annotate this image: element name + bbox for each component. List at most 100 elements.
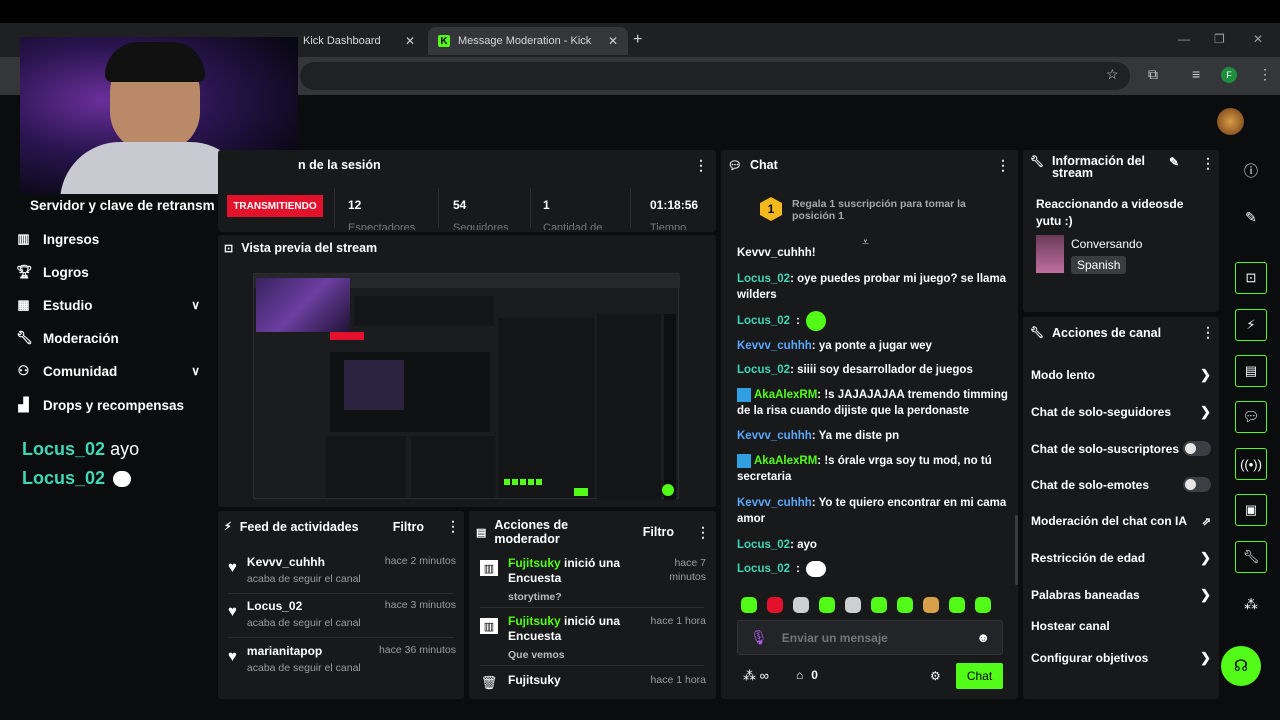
streamer-hair	[105, 42, 205, 82]
action-host-channel[interactable]: Hostear canal	[1031, 619, 1211, 633]
user-avatar[interactable]	[1217, 108, 1244, 135]
rail-camera-icon[interactable]: ⊡	[1235, 262, 1267, 294]
action-banned-words[interactable]: Palabras baneadas ❯	[1031, 587, 1211, 603]
mod-menu-icon[interactable]: ⋮	[696, 524, 710, 541]
heart-icon: ♥	[228, 648, 237, 665]
stat-divider	[438, 188, 439, 228]
chat-message: Locus_02: ayo	[737, 539, 817, 551]
bolt-icon: ⚡︎	[224, 521, 232, 533]
action-age-restriction[interactable]: Restricción de edad ❯	[1031, 550, 1211, 566]
rail-wrench-icon[interactable]: 🔧︎	[1235, 541, 1267, 573]
address-bar[interactable]	[300, 62, 1130, 90]
new-tab-button[interactable]: +	[633, 31, 642, 49]
collapse-pinned-icon[interactable]: ⩡	[862, 235, 869, 250]
tab-message-moderation[interactable]: K Message Moderation - Kick Da ✕	[428, 27, 628, 55]
emote-icon[interactable]	[923, 596, 939, 613]
microphone-icon[interactable]: 🎙︎	[750, 629, 768, 646]
channel-actions-menu-icon[interactable]: ⋮	[1201, 324, 1215, 341]
overlay-chat-line: Locus_02	[22, 468, 132, 489]
chat-bubble-icon: 💬︎	[728, 159, 742, 172]
sidebar-item-stream-key[interactable]: Servidor y clave de retransm	[30, 198, 216, 213]
action-configure-goals[interactable]: Configurar objetivos ❯	[1031, 650, 1211, 666]
emote-icon[interactable]	[793, 596, 809, 613]
tab-close-icon[interactable]: ✕	[608, 34, 618, 48]
channel-points[interactable]: ⌂ 0	[796, 668, 818, 682]
sidebar-item-comunidad[interactable]: ⚇ Comunidad ∨	[16, 363, 200, 379]
chat-input-box[interactable]: 🎙︎ ☻	[737, 620, 1003, 655]
info-icon[interactable]: ⓘ	[1235, 155, 1267, 187]
action-ai-moderation[interactable]: Moderación del chat con IA ⇗	[1031, 514, 1211, 528]
stream-preview-video[interactable]	[253, 273, 680, 500]
rail-layout-icon[interactable]: ▣	[1235, 494, 1267, 526]
stat-divider	[630, 188, 631, 228]
subscribers-only-toggle[interactable]	[1183, 441, 1211, 456]
tab-close-icon[interactable]: ✕	[405, 34, 415, 48]
emote-icon[interactable]	[845, 596, 861, 613]
chat-menu-icon[interactable]: ⋮	[996, 157, 1010, 174]
tab-title: Message Moderation - Kick Da	[458, 35, 593, 47]
feed-menu-icon[interactable]: ⋮	[446, 518, 460, 535]
edit-icon[interactable]: ✎	[1235, 201, 1267, 233]
emote-icon[interactable]	[741, 596, 757, 613]
feed-item: ♥ Locus_02 hace 3 minutos acaba de segui…	[228, 599, 456, 629]
action-subscribers-only: Chat de solo-suscriptores	[1031, 441, 1211, 456]
chevron-down-icon: ∨	[191, 364, 200, 378]
minimize-icon[interactable]: —	[1178, 32, 1190, 46]
emote-icon	[805, 311, 826, 331]
sidebar-item-logros[interactable]: 🏆︎ Logros	[16, 264, 200, 280]
media-control-icon[interactable]: ≡	[1192, 66, 1200, 82]
gift-box-icon: ⌂	[796, 668, 804, 682]
sidebar-item-drops[interactable]: ▟ Drops y recompensas	[16, 397, 200, 413]
emote-icon[interactable]	[767, 596, 783, 613]
sidebar-item-estudio[interactable]: ▦ Estudio ∨	[16, 297, 200, 313]
emote-icon	[113, 470, 132, 487]
infinity-icon[interactable]: ⁂ ∞	[743, 668, 769, 684]
support-headset-icon[interactable]: ☊	[1221, 646, 1261, 686]
rail-bolt-icon[interactable]: ⚡︎	[1235, 309, 1267, 341]
profile-avatar[interactable]: F	[1221, 67, 1237, 83]
edit-pencil-icon[interactable]: ✎	[1169, 155, 1179, 169]
session-panel-title: n de la sesión	[298, 158, 381, 172]
emote-icon[interactable]	[897, 596, 913, 613]
chat-settings-icon[interactable]: ⚙︎	[930, 669, 941, 683]
info-menu-icon[interactable]: ⋮	[1201, 155, 1215, 172]
community-icon: ⚇	[17, 363, 30, 378]
emoji-picker-icon[interactable]: ☻	[976, 630, 990, 645]
rail-document-icon[interactable]: ▤	[1235, 355, 1267, 387]
close-window-icon[interactable]: ✕	[1253, 32, 1263, 46]
sidebar-item-ingresos[interactable]: ▥ Ingresos	[16, 231, 200, 247]
rail-broadcast-icon[interactable]: ((•))	[1235, 448, 1267, 480]
session-menu-icon[interactable]: ⋮	[694, 157, 708, 174]
action-followers-only[interactable]: Chat de solo-seguidores ❯	[1031, 404, 1211, 420]
feed-item: ♥ marianitapop hace 36 minutos acaba de …	[228, 644, 456, 674]
action-slow-mode[interactable]: Modo lento ❯	[1031, 367, 1211, 383]
feed-item: ♥ Kevvv_cuhhh hace 2 minutos acaba de se…	[228, 555, 456, 585]
mod-filter-button[interactable]: Filtro	[643, 525, 674, 539]
wrench-icon: 🔧︎	[1030, 327, 1044, 339]
rail-chat-icon[interactable]: 💬︎	[1235, 401, 1267, 433]
stat-followers-label: Seguidores	[453, 222, 509, 230]
language-badge: Spanish	[1071, 256, 1127, 274]
sidebar-item-moderacion[interactable]: 🔧︎ Moderación	[16, 330, 200, 346]
emote-picker-row[interactable]	[741, 596, 1011, 614]
emote-icon[interactable]	[871, 596, 887, 613]
emote-icon[interactable]	[949, 596, 965, 613]
emotes-only-toggle[interactable]	[1183, 477, 1211, 492]
extensions-icon[interactable]: ⧉	[1148, 66, 1158, 83]
moderator-actions-header: ▤ Acciones de moderador Filtro ⋮	[476, 518, 710, 546]
chat-header: 💬︎ Chat	[728, 158, 778, 172]
rail-apps-icon[interactable]: ⁂	[1235, 588, 1267, 620]
browser-menu-icon[interactable]: ⋮	[1258, 66, 1272, 83]
bookmark-star-icon[interactable]: ☆	[1106, 66, 1119, 83]
emote-icon[interactable]	[819, 596, 835, 613]
feed-filter-button[interactable]: Filtro	[393, 520, 424, 534]
chat-message-input[interactable]	[781, 630, 963, 645]
heart-icon: ♥	[228, 603, 237, 620]
emote-icon[interactable]	[975, 596, 991, 613]
mod-action-item: 🗑︎ Fujitsuky hace 1 hora	[480, 673, 706, 690]
gift-sub-prompt[interactable]: Regala 1 suscripción para tomar la posic…	[792, 198, 977, 222]
restore-icon[interactable]: ❐	[1214, 32, 1225, 46]
send-chat-button[interactable]: Chat	[956, 663, 1003, 689]
activity-feed-header: ⚡︎ Feed de actividades Filtro ⋮	[224, 518, 460, 535]
chat-scrollbar[interactable]	[1015, 515, 1018, 585]
